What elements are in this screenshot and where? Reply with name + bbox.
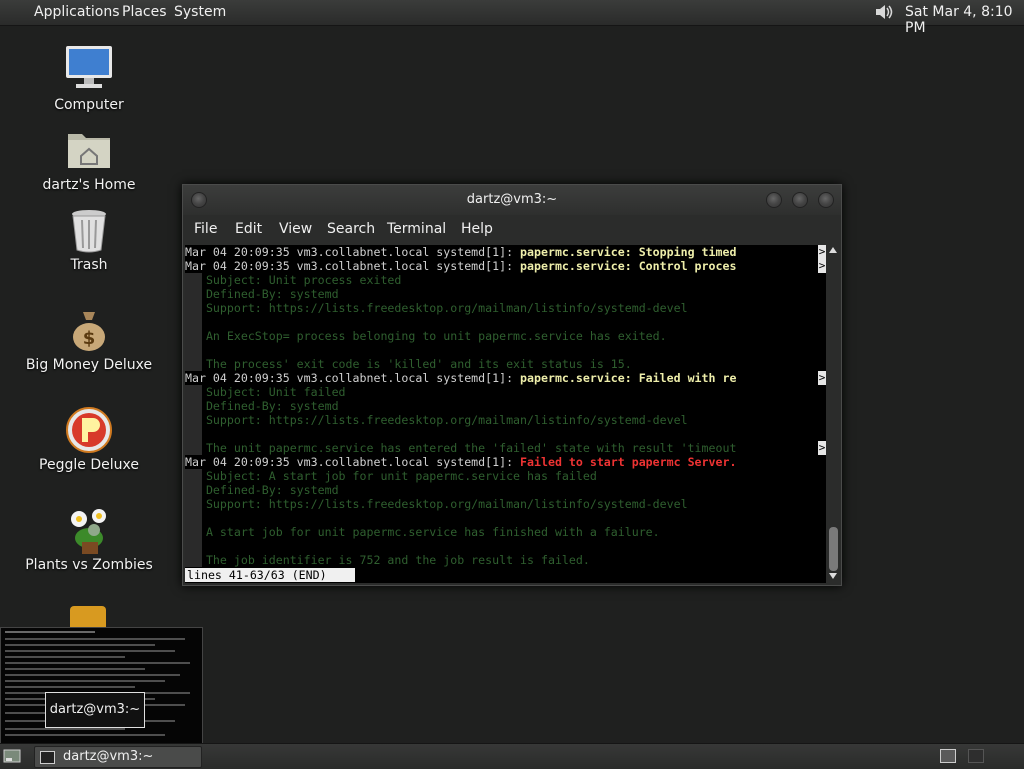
desktop-icon-label: Big Money Deluxe — [25, 357, 153, 373]
log-message: Support: https://lists.freedesktop.org/m… — [185, 413, 688, 427]
places-menu[interactable]: Places — [122, 4, 167, 20]
log-prefix: Mar 04 20:09:35 vm3.collabnet.local syst… — [185, 259, 521, 273]
desktop-icon-big-money[interactable]: $ Big Money Deluxe — [14, 308, 164, 376]
desktop-icon-plants-vs-zombies[interactable]: Plants vs Zombies — [14, 506, 164, 576]
terminal-line: Mar 04 20:09:35 vm3.collabnet.local syst… — [185, 245, 736, 259]
menu-edit[interactable]: Edit — [235, 221, 262, 237]
log-message: Subject: Unit failed — [185, 385, 346, 399]
log-message: Support: https://lists.freedesktop.org/m… — [185, 497, 688, 511]
truncation-marker: > — [818, 259, 826, 273]
log-message: The job identifier is 752 and the job re… — [185, 553, 590, 567]
home-folder-icon — [68, 134, 110, 168]
money-bag-icon: $ — [73, 312, 105, 351]
log-message: The process' exit code is 'killed' and i… — [185, 357, 632, 371]
system-menu[interactable]: System — [174, 4, 226, 20]
terminal-line: Support: https://lists.freedesktop.org/m… — [185, 497, 688, 511]
log-prefix: Mar 04 20:09:35 vm3.collabnet.local syst… — [185, 371, 521, 385]
menu-view[interactable]: View — [279, 221, 312, 237]
log-prefix: Mar 04 20:09:35 vm3.collabnet.local syst… — [185, 455, 521, 469]
clock[interactable]: Sat Mar 4, 8:10 PM — [905, 4, 1024, 36]
close-button[interactable] — [818, 192, 834, 208]
terminal-line: Mar 04 20:09:35 vm3.collabnet.local syst… — [185, 371, 736, 385]
log-prefix: Mar 04 20:09:35 vm3.collabnet.local syst… — [185, 245, 521, 259]
truncation-marker: > — [818, 371, 826, 385]
title-bar[interactable]: dartz@vm3:~ — [183, 185, 841, 215]
terminal-line: Mar 04 20:09:35 vm3.collabnet.local syst… — [185, 455, 736, 469]
log-message: papermc.service: Failed with re — [520, 371, 737, 385]
show-desktop-icon[interactable] — [3, 748, 21, 764]
minimize-button[interactable] — [766, 192, 782, 208]
terminal-line: Subject: A start job for unit papermc.se… — [185, 469, 597, 483]
plants-vs-zombies-icon — [71, 509, 106, 554]
top-panel: Applications Places System Sat Mar 4, 8:… — [0, 0, 1024, 36]
menu-help[interactable]: Help — [461, 221, 493, 237]
terminal-line: Subject: Unit process exited — [185, 273, 401, 287]
menu-search[interactable]: Search — [327, 221, 375, 237]
log-message: papermc.service: Stopping timed — [520, 245, 737, 259]
terminal-line: Defined-By: systemd — [185, 399, 339, 413]
desktop-icon-peggle[interactable]: Peggle Deluxe — [14, 406, 164, 476]
terminal-line: Support: https://lists.freedesktop.org/m… — [185, 301, 688, 315]
terminal-line: An ExecStop= process belonging to unit p… — [185, 329, 667, 343]
log-message: Defined-By: systemd — [185, 483, 339, 497]
scroll-down-icon[interactable] — [829, 573, 837, 579]
terminal-line: Mar 04 20:09:35 vm3.collabnet.local syst… — [185, 259, 736, 273]
scroll-up-icon[interactable] — [829, 247, 837, 253]
log-message: Support: https://lists.freedesktop.org/m… — [185, 301, 688, 315]
terminal-line: Support: https://lists.freedesktop.org/m… — [185, 413, 688, 427]
menu-file[interactable]: File — [194, 221, 217, 237]
scroll-thumb[interactable] — [829, 527, 838, 571]
workspace-1[interactable] — [940, 749, 956, 763]
menu-terminal[interactable]: Terminal — [387, 221, 446, 237]
terminal-output[interactable]: Mar 04 20:09:35 vm3.collabnet.local syst… — [185, 245, 826, 583]
taskbar-label: dartz@vm3:~ — [63, 749, 154, 764]
terminal-menubar: File Edit View Search Terminal Help — [183, 215, 841, 243]
terminal-window[interactable]: dartz@vm3:~ File Edit View Search Termin… — [182, 184, 842, 586]
terminal-line: The job identifier is 752 and the job re… — [185, 553, 590, 567]
log-message: Defined-By: systemd — [185, 399, 339, 413]
desktop-icon-home[interactable]: dartz's Home — [14, 128, 164, 196]
terminal-line: The process' exit code is 'killed' and i… — [185, 357, 632, 371]
scrollbar[interactable] — [828, 245, 839, 583]
desktop-icon-label: Plants vs Zombies — [25, 557, 153, 573]
svg-text:$: $ — [83, 328, 96, 349]
log-message: An ExecStop= process belonging to unit p… — [185, 329, 667, 343]
log-message: Failed to start papermc Server. — [520, 455, 737, 469]
computer-icon — [66, 46, 112, 88]
peggle-icon — [66, 407, 112, 453]
terminal-line: Defined-By: systemd — [185, 287, 339, 301]
terminal-icon — [40, 751, 55, 764]
log-message: The unit papermc.service has entered the… — [185, 441, 737, 455]
truncation-marker: > — [818, 245, 826, 259]
desktop-icon-trash[interactable]: Trash — [14, 208, 164, 276]
desktop-icon-label: Trash — [70, 257, 108, 273]
desktop-icon-label: Peggle Deluxe — [39, 457, 139, 473]
bottom-panel: dartz@vm3:~ — [0, 743, 1024, 769]
desktop-icon-label: dartz's Home — [42, 177, 136, 193]
maximize-button[interactable] — [792, 192, 808, 208]
desktop-icon-computer[interactable]: Computer — [14, 44, 164, 116]
taskbar-terminal-button[interactable]: dartz@vm3:~ — [34, 746, 202, 768]
preview-tooltip: dartz@vm3:~ — [45, 692, 145, 728]
applications-menu[interactable]: Applications — [34, 4, 120, 20]
terminal-line: Defined-By: systemd — [185, 483, 339, 497]
truncation-marker: > — [818, 441, 826, 455]
terminal-line: Subject: Unit failed — [185, 385, 346, 399]
log-message: A start job for unit papermc.service has… — [185, 525, 660, 539]
workspace-2[interactable] — [968, 749, 984, 763]
log-message: papermc.service: Control proces — [520, 259, 737, 273]
window-title: dartz@vm3:~ — [466, 192, 558, 207]
log-message: Subject: Unit process exited — [185, 273, 402, 287]
speaker-icon[interactable] — [873, 2, 895, 22]
terminal-line: The unit papermc.service has entered the… — [185, 441, 737, 455]
terminal-line: A start job for unit papermc.service has… — [185, 525, 660, 539]
desktop-icon-label: Computer — [54, 97, 124, 113]
log-message: Subject: A start job for unit papermc.se… — [185, 469, 597, 483]
pager-status: lines 41-63/63 (END) — [185, 568, 355, 582]
trash-icon — [72, 210, 106, 253]
log-message: Defined-By: systemd — [185, 287, 339, 301]
